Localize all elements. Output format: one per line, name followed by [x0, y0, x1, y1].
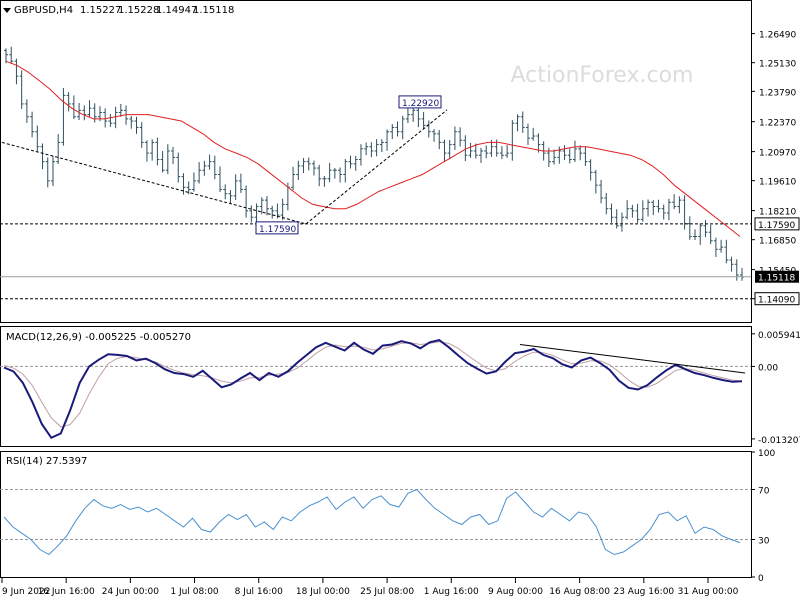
- price-y-tick-label: 1.19610: [759, 178, 796, 188]
- price-y-tick-label: 1.22370: [759, 119, 796, 129]
- level-label: 1.17590: [758, 221, 795, 231]
- price-y-tick-label: 1.16850: [759, 237, 796, 247]
- x-tick-label: 25 Jul 08:00: [360, 587, 414, 597]
- rsi-title: RSI(14) 27.5397: [6, 456, 87, 467]
- price-annotation-label: 1.17590: [259, 225, 296, 235]
- x-tick-label: 24 Jun 00:00: [102, 587, 159, 597]
- price-y-tick-label: 1.18210: [759, 208, 796, 218]
- macd-line: [3, 339, 743, 440]
- x-tick-label: 9 Aug 00:00: [488, 587, 543, 597]
- x-tick-label: 16 Jun 16:00: [38, 587, 95, 597]
- macd-y-tick-label: -0.013207: [758, 436, 800, 446]
- rsi-y-tick-label: 30: [758, 537, 770, 547]
- high-value: 1.15228: [118, 5, 159, 16]
- rsi-y-tick-label: 70: [758, 487, 770, 497]
- macd-y-tick-label: 0.005941: [758, 331, 800, 341]
- rsi-y-tick-label: 100: [758, 449, 775, 459]
- triangle-down-icon: [3, 8, 11, 13]
- open-value: 1.15227: [80, 5, 121, 16]
- watermark: ActionForex.com: [511, 63, 694, 88]
- x-tick-label: 1 Aug 16:00: [424, 587, 479, 597]
- x-tick-label: 23 Aug 16:00: [613, 587, 674, 597]
- x-tick-label: 1 Jul 08:00: [170, 587, 219, 597]
- price-y-tick-label: 1.20970: [759, 149, 796, 159]
- dashed-trendline: [305, 109, 448, 225]
- price-panel-frame: [0, 0, 752, 323]
- macd-title: MACD(12,26,9) -0.005225 -0.005270: [6, 332, 191, 343]
- price-y-tick-label: 1.23790: [759, 88, 796, 98]
- chart-header: GBPUSD,H4 1.15227 1.15228 1.14947 1.1511…: [3, 5, 234, 16]
- price-annotation-label: 1.22920: [402, 99, 439, 109]
- rsi-y-tick-label: 0: [758, 574, 764, 584]
- level-label: 1.14090: [758, 296, 795, 306]
- x-tick-label: 8 Jul 16:00: [235, 587, 284, 597]
- rsi-line: [3, 488, 741, 556]
- rsi-layer: [0, 488, 751, 556]
- x-tick-label: 16 Aug 08:00: [549, 587, 610, 597]
- macd-layer: [0, 339, 751, 440]
- chart-svg: ActionForex.com GBPUSD,H4 1.15227 1.1522…: [0, 0, 800, 597]
- x-tick-label: 31 Aug 00:00: [678, 587, 739, 597]
- macd-y-tick-label: 0.00: [758, 363, 778, 373]
- rsi-panel-frame: [0, 451, 752, 578]
- chart-container: ActionForex.com GBPUSD,H4 1.15227 1.1522…: [0, 0, 800, 600]
- current-price-label: 1.15118: [758, 274, 795, 284]
- close-value: 1.15118: [193, 5, 234, 16]
- symbol-label: GBPUSD,H4: [14, 5, 73, 16]
- price-y-tick-label: 1.25130: [759, 60, 796, 70]
- price-y-tick-label: 1.26490: [759, 31, 796, 41]
- low-value: 1.14947: [156, 5, 197, 16]
- x-tick-label: 18 Jul 00:00: [296, 587, 350, 597]
